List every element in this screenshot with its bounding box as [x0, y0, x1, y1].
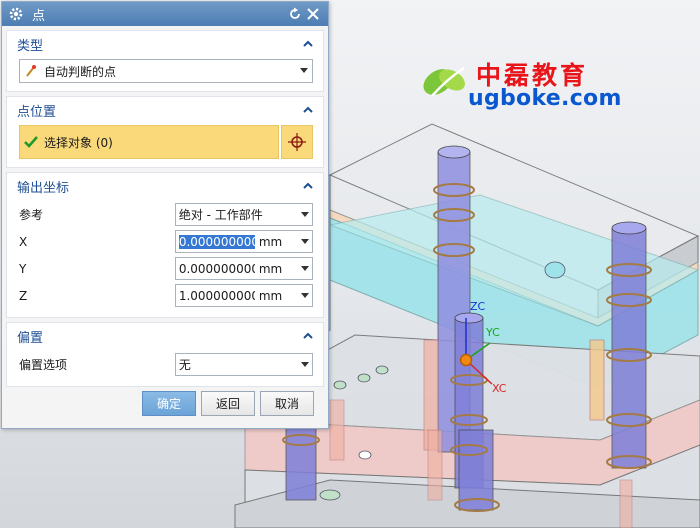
- ok-button[interactable]: 确定: [142, 391, 196, 416]
- chevron-up-icon[interactable]: [301, 179, 315, 193]
- cancel-button[interactable]: 取消: [260, 391, 314, 416]
- chevron-up-icon[interactable]: [301, 37, 315, 51]
- gear-icon: [9, 7, 23, 21]
- chevron-up-icon[interactable]: [301, 329, 315, 343]
- y-field[interactable]: 0.0000000000 mm: [174, 257, 313, 280]
- reference-label: 参考: [19, 208, 44, 222]
- point-type-dropdown[interactable]: 自动判断的点: [19, 59, 313, 83]
- brand-watermark: 中磊教育 ugboke.com: [418, 56, 621, 116]
- xc-axis-label: XC: [492, 382, 507, 395]
- dialog-titlebar[interactable]: 点: [2, 2, 328, 26]
- select-object-field[interactable]: 选择对象 (0): [19, 125, 279, 159]
- z-label: Z: [19, 288, 28, 303]
- chevron-up-icon[interactable]: [301, 103, 315, 117]
- reference-value: 绝对 - 工作部件: [178, 208, 263, 222]
- point-dialog-button[interactable]: [281, 125, 313, 159]
- dialog-buttons: 确定 返回 取消: [142, 391, 314, 416]
- y-label: Y: [19, 261, 27, 276]
- crosshair-point-icon: [288, 133, 306, 151]
- zc-axis-label: ZC: [470, 300, 486, 313]
- x-unit: mm: [258, 234, 283, 249]
- z-field[interactable]: 1.0000000000 mm: [174, 284, 313, 307]
- type-section: 类型 自动判断的点: [6, 30, 324, 92]
- offset-option-label: 偏置选项: [19, 358, 68, 372]
- back-button[interactable]: 返回: [201, 391, 255, 416]
- chevron-down-icon: [300, 68, 308, 73]
- y-value[interactable]: 0.0000000000: [179, 262, 255, 276]
- point-location-section: 点位置 选择对象 (0): [6, 96, 324, 168]
- x-label: X: [19, 234, 28, 249]
- point-location-header[interactable]: 点位置: [7, 97, 323, 123]
- close-icon: [307, 8, 319, 20]
- inferred-point-icon: [26, 65, 36, 77]
- brand-url: ugboke.com: [468, 86, 622, 111]
- chevron-down-icon: [301, 361, 309, 367]
- chevron-down-icon[interactable]: [301, 238, 309, 245]
- chevron-down-icon[interactable]: [301, 265, 309, 272]
- reference-dropdown[interactable]: 绝对 - 工作部件: [174, 203, 313, 226]
- point-dialog: 点 类型 自动判断的点 点位置 选择对象 (0) 输出坐标 参考 绝对 - 工作…: [1, 1, 329, 429]
- y-unit: mm: [258, 261, 283, 276]
- output-coords-header[interactable]: 输出坐标: [7, 173, 323, 199]
- select-object-label: 选择对象 (0): [44, 135, 113, 150]
- type-section-header[interactable]: 类型: [7, 31, 323, 57]
- chevron-down-icon: [301, 211, 309, 217]
- reset-icon: [290, 7, 300, 19]
- check-icon: [24, 136, 38, 148]
- close-button[interactable]: [304, 5, 322, 23]
- yc-axis-label: YC: [485, 326, 500, 339]
- x-field[interactable]: 0.0000000000 mm: [174, 230, 313, 253]
- offset-section: 偏置 偏置选项 无: [6, 322, 324, 387]
- chevron-down-icon[interactable]: [301, 292, 309, 299]
- brand-leaf-logo-icon: [423, 66, 465, 97]
- point-type-value: 自动判断的点: [44, 64, 117, 79]
- x-value[interactable]: 0.0000000000: [178, 234, 255, 249]
- offset-option-value: 无: [178, 358, 191, 372]
- output-coords-section: 输出坐标 参考 绝对 - 工作部件 X 0.0000000000 mm: [6, 172, 324, 318]
- z-value[interactable]: 1.0000000000: [179, 289, 255, 303]
- dialog-title: 点: [32, 8, 46, 24]
- z-unit: mm: [258, 288, 283, 303]
- reset-button[interactable]: [286, 5, 304, 23]
- offset-header[interactable]: 偏置: [7, 323, 323, 349]
- offset-option-dropdown[interactable]: 无: [174, 353, 313, 376]
